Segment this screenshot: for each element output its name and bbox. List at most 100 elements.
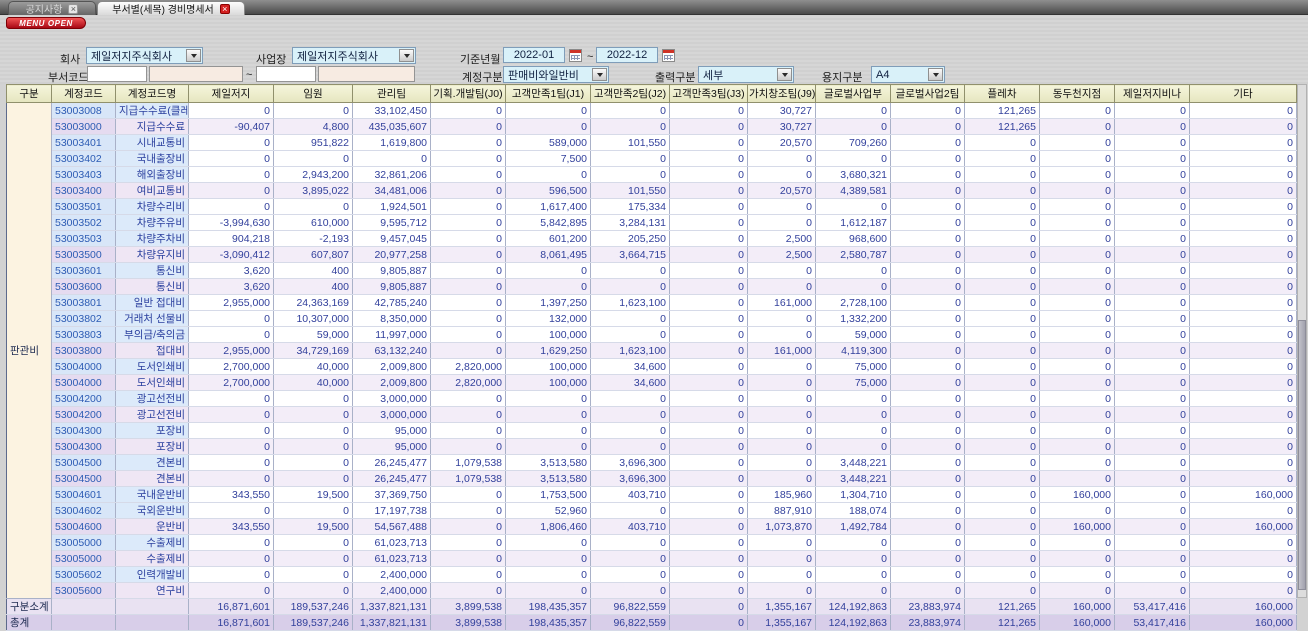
amount-cell[interactable]: 0 xyxy=(964,390,1040,407)
amount-cell[interactable]: 0 xyxy=(430,550,506,567)
amount-cell[interactable]: 59,000 xyxy=(273,326,353,343)
amount-cell[interactable]: 34,600 xyxy=(590,374,670,391)
amount-cell[interactable]: 9,805,887 xyxy=(352,278,431,295)
account-name-cell[interactable]: 견본비 xyxy=(115,454,189,471)
amount-cell[interactable]: 0 xyxy=(815,438,891,455)
tab-notice[interactable]: 공지사항 × xyxy=(8,1,96,16)
amount-cell[interactable]: 34,600 xyxy=(590,358,670,375)
amount-cell[interactable]: 2,820,000 xyxy=(430,374,506,391)
amount-cell[interactable]: 0 xyxy=(1114,374,1190,391)
amount-cell[interactable]: 0 xyxy=(747,278,816,295)
amount-cell[interactable]: 100,000 xyxy=(505,358,591,375)
amount-cell[interactable]: 9,457,045 xyxy=(352,230,431,247)
account-name-cell[interactable]: 국내출장비 xyxy=(115,150,189,167)
account-name-cell[interactable] xyxy=(115,598,189,615)
account-name-cell[interactable]: 일반 접대비 xyxy=(115,294,189,311)
amount-cell[interactable]: 0 xyxy=(747,422,816,439)
amount-cell[interactable]: 0 xyxy=(188,534,274,551)
vertical-scrollbar[interactable] xyxy=(1297,84,1307,598)
amount-cell[interactable]: 0 xyxy=(669,198,748,215)
amount-cell[interactable]: 0 xyxy=(964,518,1040,535)
amount-cell[interactable]: 0 xyxy=(1189,566,1297,583)
amount-cell[interactable]: 0 xyxy=(590,166,670,183)
amount-cell[interactable]: 53,417,416 xyxy=(1114,614,1190,631)
amount-cell[interactable]: 0 xyxy=(273,566,353,583)
amount-cell[interactable]: 0 xyxy=(430,294,506,311)
amount-cell[interactable]: 0 xyxy=(188,326,274,343)
amount-cell[interactable]: 0 xyxy=(590,406,670,423)
amount-cell[interactable]: 0 xyxy=(188,502,274,519)
amount-cell[interactable]: 1,079,538 xyxy=(430,470,506,487)
amount-cell[interactable]: 0 xyxy=(1114,294,1190,311)
amount-cell[interactable]: 0 xyxy=(964,470,1040,487)
amount-cell[interactable]: 0 xyxy=(964,374,1040,391)
amount-cell[interactable]: 0 xyxy=(1189,374,1297,391)
paper-type-select[interactable]: A4 xyxy=(871,66,945,83)
amount-cell[interactable]: 0 xyxy=(188,166,274,183)
account-code-cell[interactable]: 53004500 xyxy=(51,470,116,487)
amount-cell[interactable]: 0 xyxy=(669,374,748,391)
amount-cell[interactable]: 0 xyxy=(188,102,274,119)
amount-cell[interactable]: 0 xyxy=(1114,134,1190,151)
account-code-cell[interactable]: 53005602 xyxy=(51,566,116,583)
chevron-down-icon[interactable] xyxy=(928,68,943,81)
chevron-down-icon[interactable] xyxy=(186,49,201,62)
menu-open-button[interactable]: MENU OPEN xyxy=(6,17,86,29)
amount-cell[interactable]: 0 xyxy=(669,422,748,439)
amount-cell[interactable]: 1,629,250 xyxy=(505,342,591,359)
amount-cell[interactable]: 0 xyxy=(890,246,965,263)
table-row[interactable]: 53005600 연구비 0 0 2,400,000 0 0 0 0 0 0 0 0 0 0 0 xyxy=(7,582,1297,599)
amount-cell[interactable]: 2,955,000 xyxy=(188,342,274,359)
dept-name-from-input[interactable] xyxy=(149,66,243,82)
amount-cell[interactable]: 160,000 xyxy=(1189,518,1297,535)
amount-cell[interactable]: 0 xyxy=(1189,134,1297,151)
account-name-cell[interactable]: 통신비 xyxy=(115,278,189,295)
table-row[interactable]: 53003401 시내교통비 0 951,822 1,619,800 0 589,000 10… xyxy=(7,134,1297,151)
account-name-cell[interactable]: 수출제비 xyxy=(115,534,189,551)
amount-cell[interactable]: 343,550 xyxy=(188,486,274,503)
amount-cell[interactable]: 403,710 xyxy=(590,486,670,503)
amount-cell[interactable]: 0 xyxy=(747,390,816,407)
amount-cell[interactable]: 1,924,501 xyxy=(352,198,431,215)
amount-cell[interactable]: 54,567,488 xyxy=(352,518,431,535)
amount-cell[interactable]: 0 xyxy=(747,550,816,567)
amount-cell[interactable]: 0 xyxy=(964,198,1040,215)
amount-cell[interactable]: 59,000 xyxy=(815,326,891,343)
amount-cell[interactable]: 709,260 xyxy=(815,134,891,151)
amount-cell[interactable]: 0 xyxy=(505,118,591,135)
amount-cell[interactable]: 75,000 xyxy=(815,358,891,375)
amount-cell[interactable]: 0 xyxy=(747,470,816,487)
account-code-cell[interactable]: 53003000 xyxy=(51,118,116,135)
amount-cell[interactable]: 0 xyxy=(1039,470,1115,487)
table-row[interactable]: 53004500 견본비 0 0 26,245,477 1,079,538 3,513,58… xyxy=(7,454,1297,471)
amount-cell[interactable]: 0 xyxy=(815,262,891,279)
amount-cell[interactable]: 0 xyxy=(430,406,506,423)
table-row[interactable]: 53003803 부의금/축의금 0 59,000 11,997,000 0 100,000… xyxy=(7,326,1297,343)
amount-cell[interactable]: 0 xyxy=(890,326,965,343)
calendar-icon[interactable] xyxy=(662,49,675,62)
amount-cell[interactable]: 0 xyxy=(747,566,816,583)
amount-cell[interactable]: 0 xyxy=(273,582,353,599)
amount-cell[interactable]: 1,753,500 xyxy=(505,486,591,503)
amount-cell[interactable]: 124,192,863 xyxy=(815,598,891,615)
amount-cell[interactable]: 0 xyxy=(964,294,1040,311)
amount-cell[interactable]: 0 xyxy=(430,390,506,407)
amount-cell[interactable]: 0 xyxy=(669,406,748,423)
amount-cell[interactable]: 601,200 xyxy=(505,230,591,247)
amount-cell[interactable]: 121,265 xyxy=(964,614,1040,631)
amount-cell[interactable]: 3,284,131 xyxy=(590,214,670,231)
amount-cell[interactable]: 185,960 xyxy=(747,486,816,503)
amount-cell[interactable]: 0 xyxy=(890,278,965,295)
dept-code-from-input[interactable] xyxy=(87,66,147,82)
amount-cell[interactable]: 0 xyxy=(747,198,816,215)
amount-cell[interactable]: 0 xyxy=(890,518,965,535)
amount-cell[interactable]: 0 xyxy=(669,214,748,231)
amount-cell[interactable]: 0 xyxy=(815,422,891,439)
account-code-cell[interactable]: 53004200 xyxy=(51,406,116,423)
total-label-cell[interactable]: 총계 xyxy=(6,614,52,631)
table-row[interactable]: 53004300 포장비 0 0 95,000 0 0 0 0 0 0 0 0 0 0 0 xyxy=(7,422,1297,439)
amount-cell[interactable]: 0 xyxy=(890,438,965,455)
amount-cell[interactable]: 20,570 xyxy=(747,134,816,151)
account-code-cell[interactable]: 53003008 xyxy=(51,102,116,119)
account-code-cell[interactable]: 53004600 xyxy=(51,518,116,535)
